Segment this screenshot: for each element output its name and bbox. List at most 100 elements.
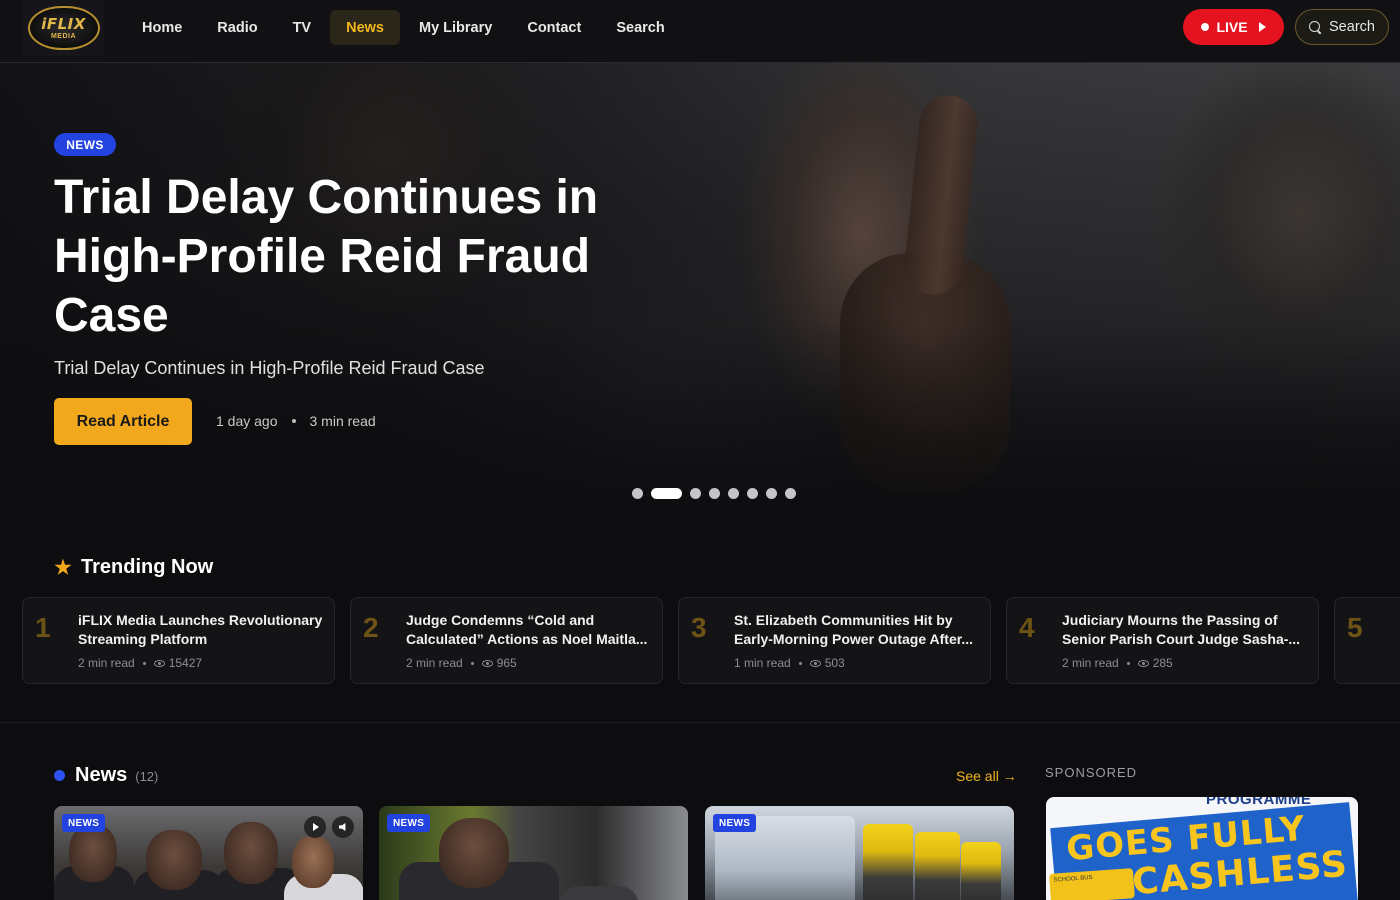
nav-news[interactable]: News	[330, 10, 400, 45]
carousel-dot[interactable]	[785, 488, 796, 499]
news-card-badge: NEWS	[387, 814, 431, 832]
hero-read-time: 3 min read	[309, 413, 376, 429]
logo-word: iFLIX	[41, 14, 86, 33]
trending-rank: 4	[1019, 612, 1035, 643]
hero-category-badge: NEWS	[54, 133, 116, 156]
carousel-dot[interactable]	[766, 488, 777, 499]
trending-read-time: 1 min read	[734, 656, 791, 670]
search-icon	[1309, 20, 1322, 34]
play-icon	[313, 823, 319, 831]
sponsored-ad[interactable]: PROGRAMME GOES FULLY SCHOOL BUS CASHLESS	[1046, 797, 1358, 900]
trending-read-time: 2 min read	[1062, 656, 1119, 670]
trending-rank: 2	[363, 612, 379, 643]
image-bus	[915, 832, 960, 900]
image-bus	[961, 842, 1001, 900]
carousel-dot[interactable]	[632, 488, 643, 499]
eye-icon	[1137, 660, 1149, 667]
read-article-button[interactable]: Read Article	[54, 398, 192, 445]
top-navbar: iFLIX MEDIA Home Radio TV News My Librar…	[0, 0, 1400, 63]
separator-dot	[1126, 661, 1130, 665]
news-count: (12)	[135, 769, 159, 784]
image-microphone	[559, 886, 639, 900]
news-card-badge: NEWS	[713, 814, 757, 832]
trending-views: 285	[1152, 656, 1173, 670]
news-card[interactable]: NEWS	[379, 806, 688, 900]
trending-list: 1 iFLIX Media Launches Revolutionary Str…	[22, 597, 1400, 685]
trending-title: Judge Condemns “Cold and Calculated” Act…	[406, 612, 648, 647]
nav-contact[interactable]: Contact	[511, 10, 597, 45]
news-card-badge: NEWS	[62, 814, 106, 832]
nav-radio[interactable]: Radio	[201, 10, 273, 45]
trending-card[interactable]: 5	[1334, 597, 1400, 684]
news-section-title: News	[75, 764, 128, 786]
nav-home[interactable]: Home	[126, 10, 198, 45]
section-dot-icon	[54, 770, 65, 781]
trending-rank: 5	[1347, 612, 1363, 643]
carousel-dot[interactable]	[728, 488, 739, 499]
carousel-dot[interactable]	[747, 488, 758, 499]
trending-card[interactable]: 1 iFLIX Media Launches Revolutionary Str…	[22, 597, 335, 684]
live-button[interactable]: LIVE	[1183, 9, 1284, 45]
trending-title: Trending Now	[81, 556, 214, 578]
sponsored-label: SPONSORED	[1045, 765, 1138, 780]
carousel-dot[interactable]	[651, 488, 682, 499]
hero-title[interactable]: Trial Delay Continues in High-Profile Re…	[54, 168, 674, 345]
carousel-dots	[632, 488, 796, 499]
trending-card[interactable]: 2 Judge Condemns “Cold and Calculated” A…	[350, 597, 663, 684]
separator-dot	[142, 661, 146, 665]
trending-meta: 2 min read 285	[1062, 656, 1173, 670]
trending-card[interactable]: 3 St. Elizabeth Communities Hit by Early…	[678, 597, 991, 684]
trending-header: Trending Now	[54, 556, 213, 579]
trending-views: 965	[496, 656, 517, 670]
news-card[interactable]: NEWS	[54, 806, 363, 900]
image-face	[224, 822, 278, 884]
trending-views: 503	[824, 656, 845, 670]
eye-icon	[809, 660, 821, 667]
search-label: Search	[1329, 19, 1375, 35]
trending-views: 15427	[168, 656, 203, 670]
hero-time-ago: 1 day ago	[216, 413, 278, 429]
trending-meta: 1 min read 503	[734, 656, 845, 670]
volume-icon	[339, 823, 346, 831]
image-face	[439, 818, 509, 888]
separator-dot	[798, 661, 802, 665]
trending-title: Judiciary Mourns the Passing of Senior P…	[1062, 612, 1301, 647]
nav-my-library[interactable]: My Library	[403, 10, 508, 45]
eye-icon	[481, 660, 493, 667]
trending-meta: 2 min read 15427	[78, 656, 202, 670]
news-card[interactable]: NEWS	[705, 806, 1014, 900]
nav-tv[interactable]: TV	[277, 10, 328, 45]
image-face	[146, 830, 202, 890]
image-bus	[863, 824, 913, 900]
section-divider	[0, 722, 1400, 723]
live-dot-icon	[1201, 23, 1210, 31]
trending-rank: 3	[691, 612, 707, 643]
play-icon	[1258, 22, 1266, 32]
live-label: LIVE	[1216, 19, 1248, 35]
separator-dot	[291, 419, 296, 423]
trending-meta: 2 min read 965	[406, 656, 517, 670]
search-button[interactable]: Search	[1295, 9, 1389, 45]
trending-read-time: 2 min read	[406, 656, 463, 670]
nav-search[interactable]: Search	[600, 10, 680, 45]
mute-button[interactable]	[332, 816, 354, 838]
play-button[interactable]	[304, 816, 326, 838]
iflix-media-logo[interactable]: iFLIX MEDIA	[23, 0, 104, 56]
logo-sub: MEDIA	[50, 32, 77, 40]
hero-meta: 1 day ago 3 min read	[216, 413, 376, 429]
carousel-dot[interactable]	[709, 488, 720, 499]
news-section-header: News (12)	[54, 764, 158, 787]
hero-subtitle: Trial Delay Continues in High-Profile Re…	[54, 358, 485, 378]
logo-emblem: iFLIX MEDIA	[27, 6, 100, 50]
trending-title: iFLIX Media Launches Revolutionary Strea…	[78, 612, 323, 647]
ad-school-bus: SCHOOL BUS	[1049, 868, 1135, 900]
trending-rank: 1	[35, 612, 51, 643]
trending-card[interactable]: 4 Judiciary Mourns the Passing of Senior…	[1006, 597, 1319, 684]
carousel-dot[interactable]	[690, 488, 701, 499]
see-all-link[interactable]: See all →	[956, 768, 1017, 784]
star-icon	[54, 558, 72, 575]
eye-icon	[153, 660, 165, 667]
nav-links: Home Radio TV News My Library Contact Se…	[126, 10, 684, 45]
separator-dot	[470, 661, 474, 665]
trending-read-time: 2 min read	[78, 656, 135, 670]
